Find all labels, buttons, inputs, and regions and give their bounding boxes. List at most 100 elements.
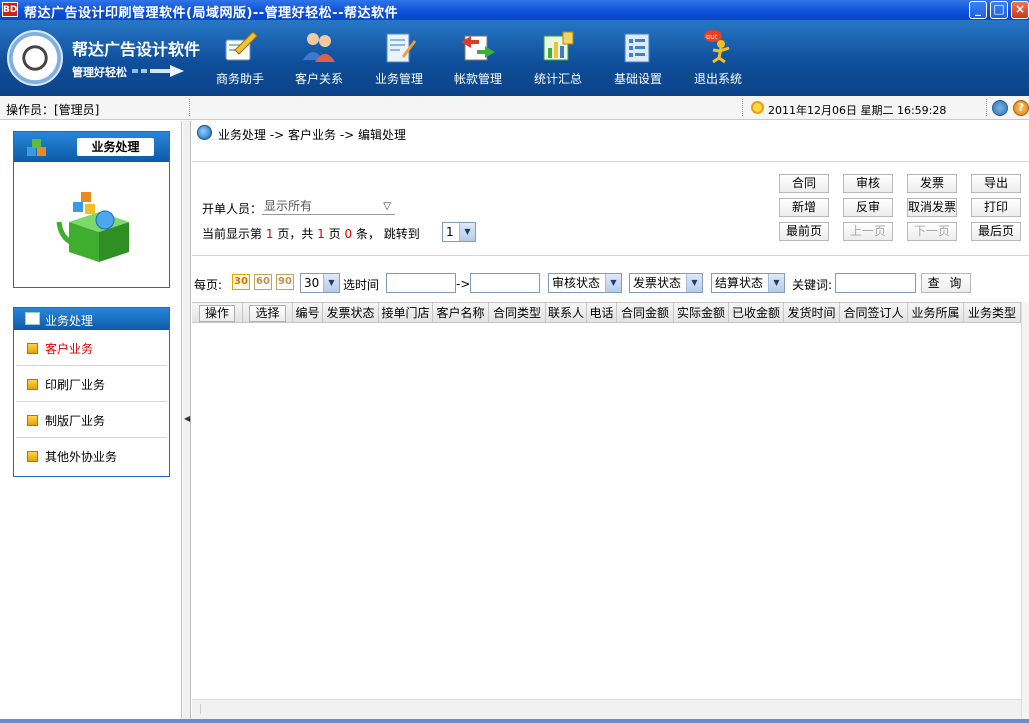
export-button[interactable]: 导出 (971, 174, 1021, 193)
info-icon[interactable]: ? (1013, 100, 1029, 116)
chevron-down-icon: ▼ (323, 274, 339, 292)
print-button[interactable]: 打印 (971, 198, 1021, 217)
keyword-input[interactable] (835, 273, 916, 293)
add-button[interactable]: 新增 (779, 198, 829, 217)
creator-select[interactable]: 显示所有 ▽ (262, 197, 395, 215)
cube-icon (27, 379, 38, 390)
audit-button[interactable]: 审核 (843, 174, 893, 193)
nav-accounts-management[interactable]: 帐款管理 (443, 28, 513, 92)
module-panel-title: 业务处理 (77, 138, 154, 156)
column-header[interactable]: 业务所属 (908, 303, 964, 323)
nav-exit-system[interactable]: out 退出系统 (683, 28, 753, 92)
audit-status-select[interactable]: 审核状态 ▼ (548, 273, 622, 293)
cube-icon (27, 451, 38, 462)
folder-pen-icon (25, 312, 40, 325)
clock-icon (751, 101, 764, 114)
vertical-scrollbar[interactable] (1021, 302, 1029, 720)
cube-icon (27, 343, 38, 354)
settings-book-icon (624, 33, 650, 63)
brand-slogan: 管理好轻松 (72, 66, 127, 79)
divider (189, 99, 190, 116)
sidebar-collapse-handle[interactable]: ◀ (183, 121, 191, 723)
start-date-input[interactable] (386, 273, 456, 293)
divider (986, 99, 987, 116)
end-date-input[interactable] (470, 273, 540, 293)
nav-basic-settings[interactable]: 基础设置 (603, 28, 673, 92)
column-header[interactable]: 合同类型 (489, 303, 546, 323)
business-box-icon (56, 192, 129, 262)
current-datetime: 2011年12月06日 星期二 16:59:28 (768, 104, 947, 117)
page-size-60[interactable]: 60 (254, 274, 272, 290)
column-header[interactable]: 电话 (587, 303, 617, 323)
business-menu-panel: 业务处理 客户业务 印刷厂业务 制版厂业务 其他外协业务 (13, 307, 170, 477)
query-button[interactable]: 查 询 (921, 273, 971, 293)
column-header[interactable]: 操作 (192, 303, 243, 323)
pen-notebook-icon (225, 31, 258, 61)
contract-button[interactable]: 合同 (779, 174, 829, 193)
minimize-button[interactable]: _ (969, 1, 987, 19)
sidebar-item-outsourced-business[interactable]: 其他外协业务 (16, 438, 167, 474)
cube-icon (27, 415, 38, 426)
column-header[interactable]: 已收金额 (729, 303, 784, 323)
nav-customer-relations[interactable]: 客户关系 (284, 28, 354, 92)
per-page-label: 每页: (194, 278, 223, 292)
chart-icon (543, 31, 574, 61)
document-pen-icon (386, 33, 416, 63)
page-info: 当前显示第 1 页，共 1 页 0 条， 跳转到 (202, 227, 420, 241)
column-header[interactable]: 客户名称 (433, 303, 489, 323)
page-size-select[interactable]: 30 ▼ (300, 273, 340, 293)
cancel-invoice-button[interactable]: 取消发票 (907, 198, 957, 217)
sidebar-item-customer-business[interactable]: 客户业务 (16, 330, 167, 366)
window-title: 帮达广告设计印刷管理软件(局域网版)--管理好轻松--帮达软件 (24, 6, 398, 21)
page-size-30[interactable]: 30 (232, 274, 250, 290)
window-bottom-border (0, 719, 1029, 723)
chevron-down-icon: ▽ (383, 201, 391, 212)
last-page-button[interactable]: 最后页 (971, 222, 1021, 241)
chevron-down-icon: ▼ (605, 274, 621, 292)
exit-runner-icon: out (704, 30, 730, 64)
creator-label: 开单人员： (202, 202, 263, 216)
transfer-icon (461, 35, 495, 61)
jump-page-select[interactable]: 1 ▼ (442, 222, 476, 242)
next-page-button[interactable]: 下一页 (907, 222, 957, 241)
column-header[interactable]: 发票状态 (323, 303, 379, 323)
column-header[interactable]: 接单门店 (379, 303, 433, 323)
business-menu-header: 业务处理 (14, 308, 169, 330)
help-icon[interactable] (992, 100, 1008, 116)
nav-business-assistant[interactable]: 商务助手 (205, 28, 275, 92)
prev-page-button[interactable]: 上一页 (843, 222, 893, 241)
unaudit-button[interactable]: 反审 (843, 198, 893, 217)
slogan-arrow-icon (132, 65, 184, 77)
sidebar-item-printing-business[interactable]: 印刷厂业务 (16, 366, 167, 402)
column-header[interactable]: 实际金额 (674, 303, 729, 323)
window-titlebar: BD 帮达广告设计印刷管理软件(局域网版)--管理好轻松--帮达软件 _ □ × (0, 0, 1029, 21)
invoice-button[interactable]: 发票 (907, 174, 957, 193)
svg-text:out: out (706, 33, 718, 41)
grid-header: 操作 选择 编号 发票状态 接单门店 客户名称 合同类型 联系人 电话 合同金额… (192, 302, 1022, 323)
chevron-down-icon: ▼ (768, 274, 784, 292)
column-header[interactable]: 业务类型 (964, 303, 1021, 323)
column-header[interactable]: 编号 (293, 303, 323, 323)
column-header[interactable]: 选择 (243, 303, 293, 323)
close-button[interactable]: × (1011, 1, 1029, 19)
divider (192, 161, 1029, 162)
page-size-90[interactable]: 90 (276, 274, 294, 290)
maximize-button[interactable]: □ (990, 1, 1008, 19)
settlement-status-select[interactable]: 结算状态 ▼ (711, 273, 785, 293)
chevron-down-icon: ▼ (686, 274, 702, 292)
module-panel-header: 业务处理 (14, 132, 169, 162)
cubes-icon (27, 139, 46, 156)
keyword-label: 关键词: (792, 278, 833, 292)
breadcrumb: 业务处理 -> 客户业务 -> 编辑处理 (218, 128, 407, 142)
app-header: 帮达广告设计软件 管理好轻松 商务助手 客户关系 业务管理 帐款管理 统计汇总 … (0, 20, 1029, 96)
sidebar-item-plate-business[interactable]: 制版厂业务 (16, 402, 167, 438)
invoice-status-select[interactable]: 发票状态 ▼ (629, 273, 703, 293)
column-header[interactable]: 合同金额 (617, 303, 674, 323)
column-header[interactable]: 合同签订人 (840, 303, 908, 323)
column-header[interactable]: 联系人 (546, 303, 587, 323)
horizontal-scrollbar[interactable] (192, 699, 1021, 719)
first-page-button[interactable]: 最前页 (779, 222, 829, 241)
nav-statistics[interactable]: 统计汇总 (523, 28, 593, 92)
column-header[interactable]: 发货时间 (784, 303, 840, 323)
nav-business-management[interactable]: 业务管理 (364, 28, 434, 92)
